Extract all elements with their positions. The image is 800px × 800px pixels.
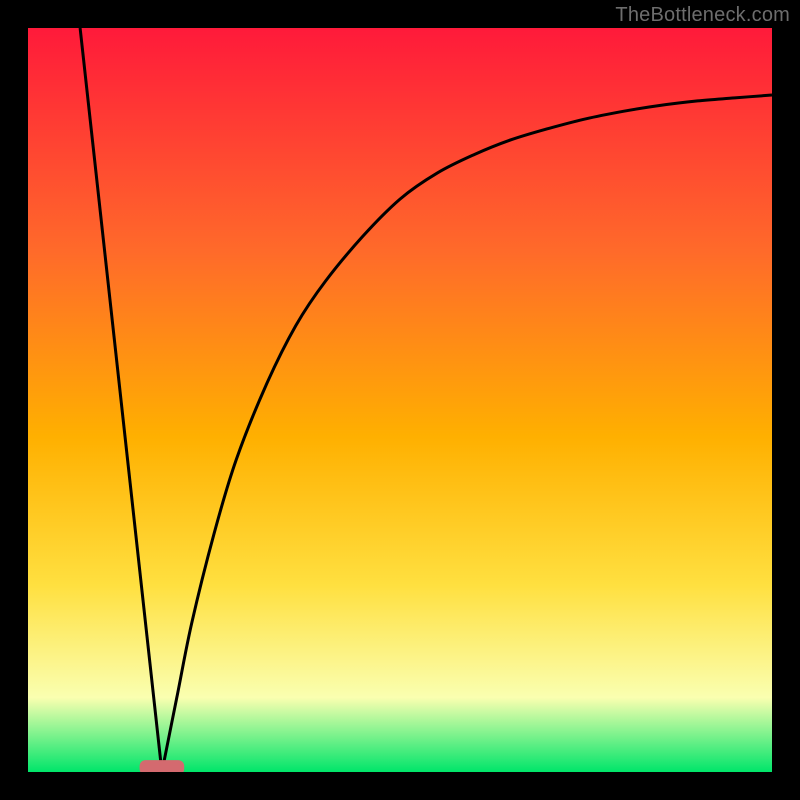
watermark-text: TheBottleneck.com — [615, 4, 790, 27]
gradient-background — [28, 28, 772, 772]
chart-svg — [28, 28, 772, 772]
chart-frame: TheBottleneck.com — [0, 0, 800, 800]
plot-area — [28, 28, 772, 772]
bottleneck-marker — [140, 760, 185, 772]
